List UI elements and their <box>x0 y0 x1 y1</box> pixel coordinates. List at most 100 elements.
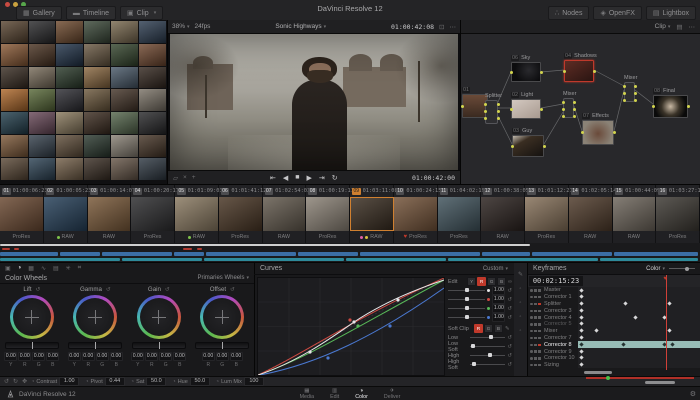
master-wheel-slider[interactable] <box>132 342 186 349</box>
clip-thumbnail[interactable] <box>306 197 350 231</box>
curve-channel-button[interactable]: G <box>487 277 496 286</box>
soft-clip-slider[interactable] <box>470 337 505 338</box>
clip-thumbnail[interactable] <box>263 197 307 231</box>
node-mixer[interactable]: Mixer <box>624 82 635 102</box>
clip-thumbnail[interactable] <box>88 197 132 231</box>
soft-clip-slider[interactable] <box>470 346 505 347</box>
horizontal-scrollbar[interactable] <box>645 381 675 384</box>
clip-name-cell[interactable]: RAW <box>350 231 394 243</box>
lock-icon[interactable] <box>534 357 537 360</box>
gallery-thumbnail[interactable] <box>1 158 28 180</box>
enable-dot-icon[interactable] <box>530 310 533 313</box>
enable-dot-icon[interactable] <box>530 303 533 306</box>
param-value-box[interactable]: 50.0 <box>146 377 166 386</box>
grid-icon[interactable]: ▤ <box>676 23 682 31</box>
slider-handle[interactable] <box>472 362 476 366</box>
param-value-box[interactable]: 50.0 <box>190 377 210 386</box>
gallery-thumbnail[interactable] <box>139 89 166 111</box>
clip-timecode-cell[interactable]: 1501:00:44:09◔ <box>613 185 657 197</box>
clip-timecode-cell[interactable]: 1201:00:38:05◔ <box>481 185 525 197</box>
enable-dot-icon[interactable] <box>530 323 533 326</box>
node-thumbnail[interactable] <box>653 95 688 118</box>
slider-handle[interactable] <box>488 353 492 357</box>
close-icon[interactable]: × <box>183 174 187 182</box>
tool-dot-icon[interactable]: ◦ <box>519 314 521 320</box>
keyframe-marker[interactable] <box>580 335 584 339</box>
value-box[interactable]: 0.00 <box>68 352 81 361</box>
clip-name-cell[interactable]: RAW <box>263 231 307 243</box>
param-dial-icon[interactable]: ◔ <box>85 379 88 385</box>
clip-timecode-cell[interactable]: 1001:00:24:15◔ <box>394 185 438 197</box>
topbar-button-clip[interactable]: ▣Clip▾ <box>120 6 163 20</box>
keyframe-marker[interactable] <box>580 322 584 326</box>
enable-dot-icon[interactable] <box>530 350 533 353</box>
step-back-button[interactable]: ◀ <box>283 174 288 182</box>
more-icon[interactable]: ⋯ <box>450 23 457 31</box>
lock-icon[interactable] <box>534 323 537 326</box>
keyframe-marker[interactable] <box>580 349 584 353</box>
pencil-icon[interactable]: ✎ <box>505 326 510 332</box>
gallery-thumbnail[interactable] <box>84 21 111 43</box>
gear-icon[interactable]: ⚙ <box>690 390 696 398</box>
value-box[interactable]: 0.00 <box>4 352 17 361</box>
gallery-thumbnail[interactable] <box>111 89 138 111</box>
keyframe-marker[interactable] <box>580 308 584 312</box>
keyframe-marker[interactable] <box>668 329 672 333</box>
reset-icon[interactable]: ↺ <box>507 335 512 341</box>
value-box[interactable]: 1.00 <box>492 313 505 322</box>
node-thumbnail[interactable] <box>511 62 541 82</box>
param-value-box[interactable]: 0.44 <box>105 377 125 386</box>
topbar-button-openfx[interactable]: ◈OpenFX <box>593 6 641 20</box>
value-box[interactable]: 0.00 <box>96 352 109 361</box>
pencil-icon[interactable]: ✎ <box>518 271 523 278</box>
mini-timeline[interactable] <box>0 243 700 263</box>
redo-icon[interactable]: ↻ <box>13 378 18 385</box>
clip-name-cell[interactable]: ProRes <box>438 231 482 243</box>
lock-icon[interactable] <box>534 337 537 340</box>
keyframe-marker[interactable] <box>580 301 584 305</box>
node-sky[interactable]: 06Sky <box>511 62 541 82</box>
clip-timecode-cell[interactable]: 1601:03:27:16◔ <box>656 185 700 197</box>
gallery-thumbnail[interactable] <box>84 44 111 66</box>
reset-icon[interactable]: ↺ <box>507 306 512 312</box>
window-dot[interactable] <box>5 2 10 7</box>
grab-icon[interactable]: ✥ <box>22 378 27 385</box>
slider-handle[interactable] <box>471 344 475 348</box>
reset-icon[interactable]: ↺ <box>507 353 512 359</box>
enable-dot-icon[interactable] <box>530 337 533 340</box>
value-box[interactable]: 0.00 <box>173 352 186 361</box>
clip-name-cell[interactable]: RAW <box>44 231 88 243</box>
curve-slider[interactable] <box>448 290 485 291</box>
param-value-box[interactable]: 1.00 <box>59 377 79 386</box>
gallery-thumbnail[interactable] <box>111 21 138 43</box>
keyframes-scrollbar[interactable] <box>584 371 612 374</box>
param-dial-icon[interactable]: ◔ <box>216 379 219 385</box>
clip-thumbnail[interactable] <box>350 197 394 231</box>
keyframe-marker[interactable] <box>580 356 584 360</box>
clip-thumbnail[interactable] <box>656 197 700 231</box>
gallery-thumbnail[interactable] <box>29 44 56 66</box>
gallery-thumbnail[interactable] <box>1 44 28 66</box>
gallery-thumbnail[interactable] <box>139 21 166 43</box>
color-wheel[interactable] <box>137 295 181 339</box>
gallery-thumbnail[interactable] <box>56 89 83 111</box>
stop-button[interactable]: ■ <box>295 174 299 182</box>
lock-icon[interactable] <box>534 289 537 292</box>
slider-handle[interactable] <box>465 297 469 301</box>
reset-icon[interactable]: ↺ <box>507 362 512 368</box>
keyframe-marker[interactable] <box>633 315 637 319</box>
master-wheel-slider[interactable] <box>5 342 59 349</box>
topbar-button-lightbox[interactable]: ▤Lightbox <box>646 6 696 20</box>
value-box[interactable]: 0.00 <box>46 352 59 361</box>
keyframe-marker[interactable] <box>668 301 672 305</box>
gallery-thumbnail[interactable] <box>56 112 83 134</box>
lock-icon[interactable] <box>534 296 537 299</box>
reset-icon[interactable]: ↺ <box>230 287 235 293</box>
keyframe-marker[interactable] <box>580 363 584 367</box>
keyframe-marker[interactable] <box>580 288 584 292</box>
topbar-button-timeline[interactable]: ▬Timeline <box>66 6 116 20</box>
node-thumbnail[interactable] <box>582 120 614 145</box>
keyframes-zoom-slider[interactable] <box>669 268 695 269</box>
gallery-thumbnail[interactable] <box>111 44 138 66</box>
enable-dot-icon[interactable] <box>530 344 533 347</box>
